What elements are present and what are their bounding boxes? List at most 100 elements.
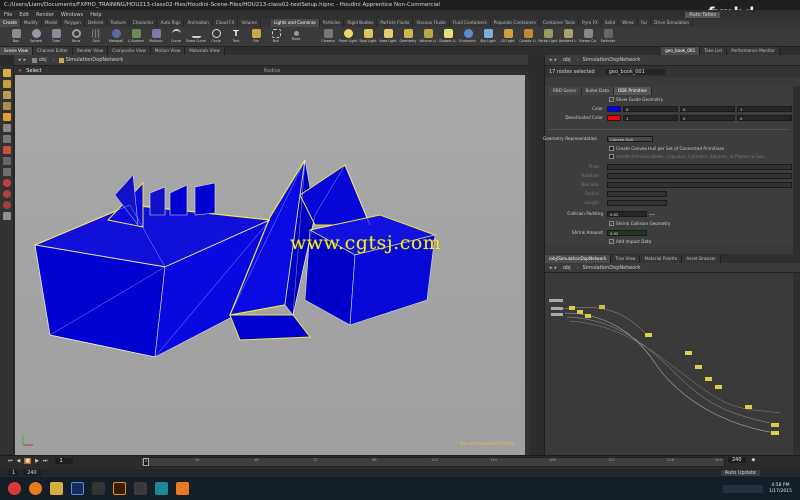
shrink-geometry-checkbox[interactable]: ✓	[609, 221, 614, 226]
radius-field[interactable]	[607, 191, 667, 197]
goto-start-icon[interactable]: ⏮	[8, 458, 13, 464]
tool-sky-light[interactable]: Sky Light	[478, 27, 498, 47]
geometry-rep-dropdown[interactable]: Convex Hull	[607, 136, 653, 142]
tool-stereo-camera[interactable]: Stereo Ca.	[578, 27, 598, 47]
convex-hull-checkbox[interactable]	[609, 146, 614, 151]
tool-file[interactable]: File	[246, 27, 266, 47]
playhead[interactable]: 1	[143, 458, 149, 466]
tab-scene-view[interactable]: Scene View	[0, 47, 34, 55]
current-frame-field[interactable]: 1	[55, 458, 74, 464]
param-forward-icon[interactable]: ▸	[555, 57, 558, 63]
rotation-field[interactable]	[607, 173, 792, 179]
tool-platonic[interactable]: Platonic	[146, 27, 166, 47]
menu-edit[interactable]: Edit	[19, 12, 29, 18]
tool-switcher[interactable]: Switcher	[598, 27, 618, 47]
tool-sphere[interactable]: Sphere	[26, 27, 46, 47]
select-arrow-icon[interactable]: ➤	[18, 68, 22, 74]
light-link-icon[interactable]	[2, 201, 11, 209]
illustrator-icon[interactable]	[113, 482, 126, 495]
tab-performance-monitor[interactable]: Performance Monitor	[727, 47, 780, 55]
add-impact-checkbox[interactable]: ✓	[609, 239, 614, 244]
menu-windows[interactable]: Windows	[61, 12, 83, 18]
net-path-node[interactable]: SimulationDopNetwork	[583, 265, 641, 271]
photoshop-icon[interactable]	[71, 482, 84, 495]
shelf-tab-fur[interactable]: Fur	[638, 19, 652, 27]
deactivated-g-field[interactable]: 0	[680, 115, 735, 121]
color-b-field[interactable]: 1	[737, 106, 792, 112]
flipbook-icon[interactable]	[2, 190, 11, 198]
color-swatch[interactable]	[607, 106, 621, 112]
shrink-amount-field[interactable]: 0.02	[607, 230, 647, 236]
tab-material-palette[interactable]: Material Palette	[640, 254, 683, 263]
tool-null[interactable]: Null	[266, 27, 286, 47]
camera-link-icon[interactable]	[2, 212, 11, 220]
tab-composite-view[interactable]: Composite View	[108, 47, 151, 55]
maya-icon[interactable]	[155, 482, 168, 495]
pivot-field[interactable]	[607, 164, 792, 170]
param-path-root[interactable]: obj	[563, 57, 571, 63]
tab-asset-browser[interactable]: Asset Browser	[682, 254, 722, 263]
key-icon[interactable]: ◆	[752, 457, 756, 463]
tool-point-light[interactable]: Point Light	[338, 27, 358, 47]
end-frame-lower-field[interactable]: 240	[23, 470, 41, 476]
tool-lsystem[interactable]: L-System	[126, 27, 146, 47]
tool-caustic-light[interactable]: Caustic Li.	[518, 27, 538, 47]
play-icon[interactable]: ▶	[35, 458, 39, 464]
tool-geometry-light[interactable]: Geometry	[398, 27, 418, 47]
tool-distant-light[interactable]: Distant Li.	[438, 27, 458, 47]
path-node[interactable]: SimulationDopNetwork	[66, 57, 124, 63]
view-tool-icon[interactable]	[2, 135, 11, 143]
grid-snap-icon[interactable]	[2, 157, 11, 165]
tool-tube[interactable]: Tube	[46, 27, 66, 47]
tool-circle[interactable]: Circle	[206, 27, 226, 47]
clock[interactable]: 4:58 PM 1/17/2015	[769, 483, 792, 495]
tab-motion-view[interactable]: Motion View	[150, 47, 186, 55]
show-guide-checkbox[interactable]: ✓	[609, 97, 614, 102]
tab-geo-book[interactable]: geo_book_001	[661, 47, 701, 55]
curve-snap-icon[interactable]	[2, 168, 11, 176]
tool-torus[interactable]: Torus	[66, 27, 86, 47]
forward-arrow-icon[interactable]: ▸	[24, 57, 27, 63]
tool-volume-light[interactable]: Volume Li.	[418, 27, 438, 47]
param-back-icon[interactable]: ◂	[549, 57, 552, 63]
box-size-field[interactable]	[607, 182, 792, 188]
net-path-root[interactable]: obj	[563, 265, 571, 271]
tool-curve[interactable]: Curve	[166, 27, 186, 47]
collision-padding-field[interactable]: 0.02	[607, 211, 647, 217]
deactivated-r-field[interactable]: 1	[623, 115, 678, 121]
end-frame-field[interactable]: 240	[728, 457, 746, 463]
node-name-field[interactable]: geo_book_001	[604, 68, 665, 75]
net-back-icon[interactable]: ◂	[549, 265, 552, 271]
handle-tool-icon[interactable]	[2, 113, 11, 121]
move-tool-icon[interactable]	[2, 80, 11, 88]
deactivated-color-swatch[interactable]	[607, 115, 621, 121]
param-tab-bullet-data[interactable]: Bullet Data	[581, 87, 614, 95]
net-forward-icon[interactable]: ▸	[555, 265, 558, 271]
tab-channel-editor[interactable]: Channel Editor	[33, 47, 73, 55]
tab-tree-view[interactable]: Tree View	[611, 254, 641, 263]
auto-takes-label[interactable]: Auto Takes	[685, 11, 720, 18]
tab-render-view[interactable]: Render View	[72, 47, 109, 55]
menu-render[interactable]: Render	[36, 12, 54, 18]
tray-icons[interactable]	[722, 484, 763, 493]
color-g-field[interactable]: 0	[680, 106, 735, 112]
tool-draw-curve[interactable]: Draw Curve	[186, 27, 206, 47]
nuke-icon[interactable]	[134, 482, 147, 495]
start-frame-field[interactable]: 1	[8, 470, 20, 476]
rotate-tool-icon[interactable]	[2, 91, 11, 99]
deactivated-b-field[interactable]: 0	[737, 115, 792, 121]
tool-ambient-light[interactable]: Ambient L.	[558, 27, 578, 47]
scale-tool-icon[interactable]	[2, 102, 11, 110]
goto-end-icon[interactable]: ⏭	[43, 458, 48, 464]
tool-text[interactable]: T Text	[226, 27, 246, 47]
tool-box[interactable]: Box	[6, 27, 26, 47]
select-tool-icon[interactable]	[2, 69, 11, 77]
collision-padding-slider[interactable]	[649, 214, 655, 215]
step-back-icon[interactable]: ◀	[17, 458, 21, 464]
tool-gi-light[interactable]: GI Light	[498, 27, 518, 47]
tool-portal-light[interactable]: Portal Light	[538, 27, 558, 47]
path-root[interactable]: obj	[39, 57, 47, 63]
length-field[interactable]	[607, 200, 667, 206]
tab-network-path[interactable]: /obj/SimulationDopNetwork	[545, 254, 612, 263]
color-r-field[interactable]: 0	[623, 106, 678, 112]
